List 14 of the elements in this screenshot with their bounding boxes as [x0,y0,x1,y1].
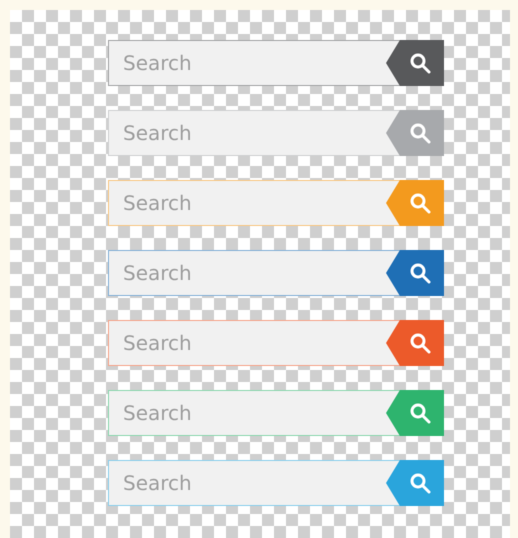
search-field[interactable]: Search [108,320,400,366]
search-field[interactable]: Search [108,390,400,436]
search-field[interactable]: Search [108,110,400,156]
search-icon [409,402,431,424]
search-field[interactable]: Search [108,460,400,506]
search-field[interactable]: Search [108,180,400,226]
search-icon [409,262,431,284]
search-icon [409,192,431,214]
search-icon [409,122,431,144]
search-icon [409,472,431,494]
search-icon [409,332,431,354]
search-field[interactable]: Search [108,40,400,86]
search-icon [409,52,431,74]
search-field[interactable]: Search [108,250,400,296]
